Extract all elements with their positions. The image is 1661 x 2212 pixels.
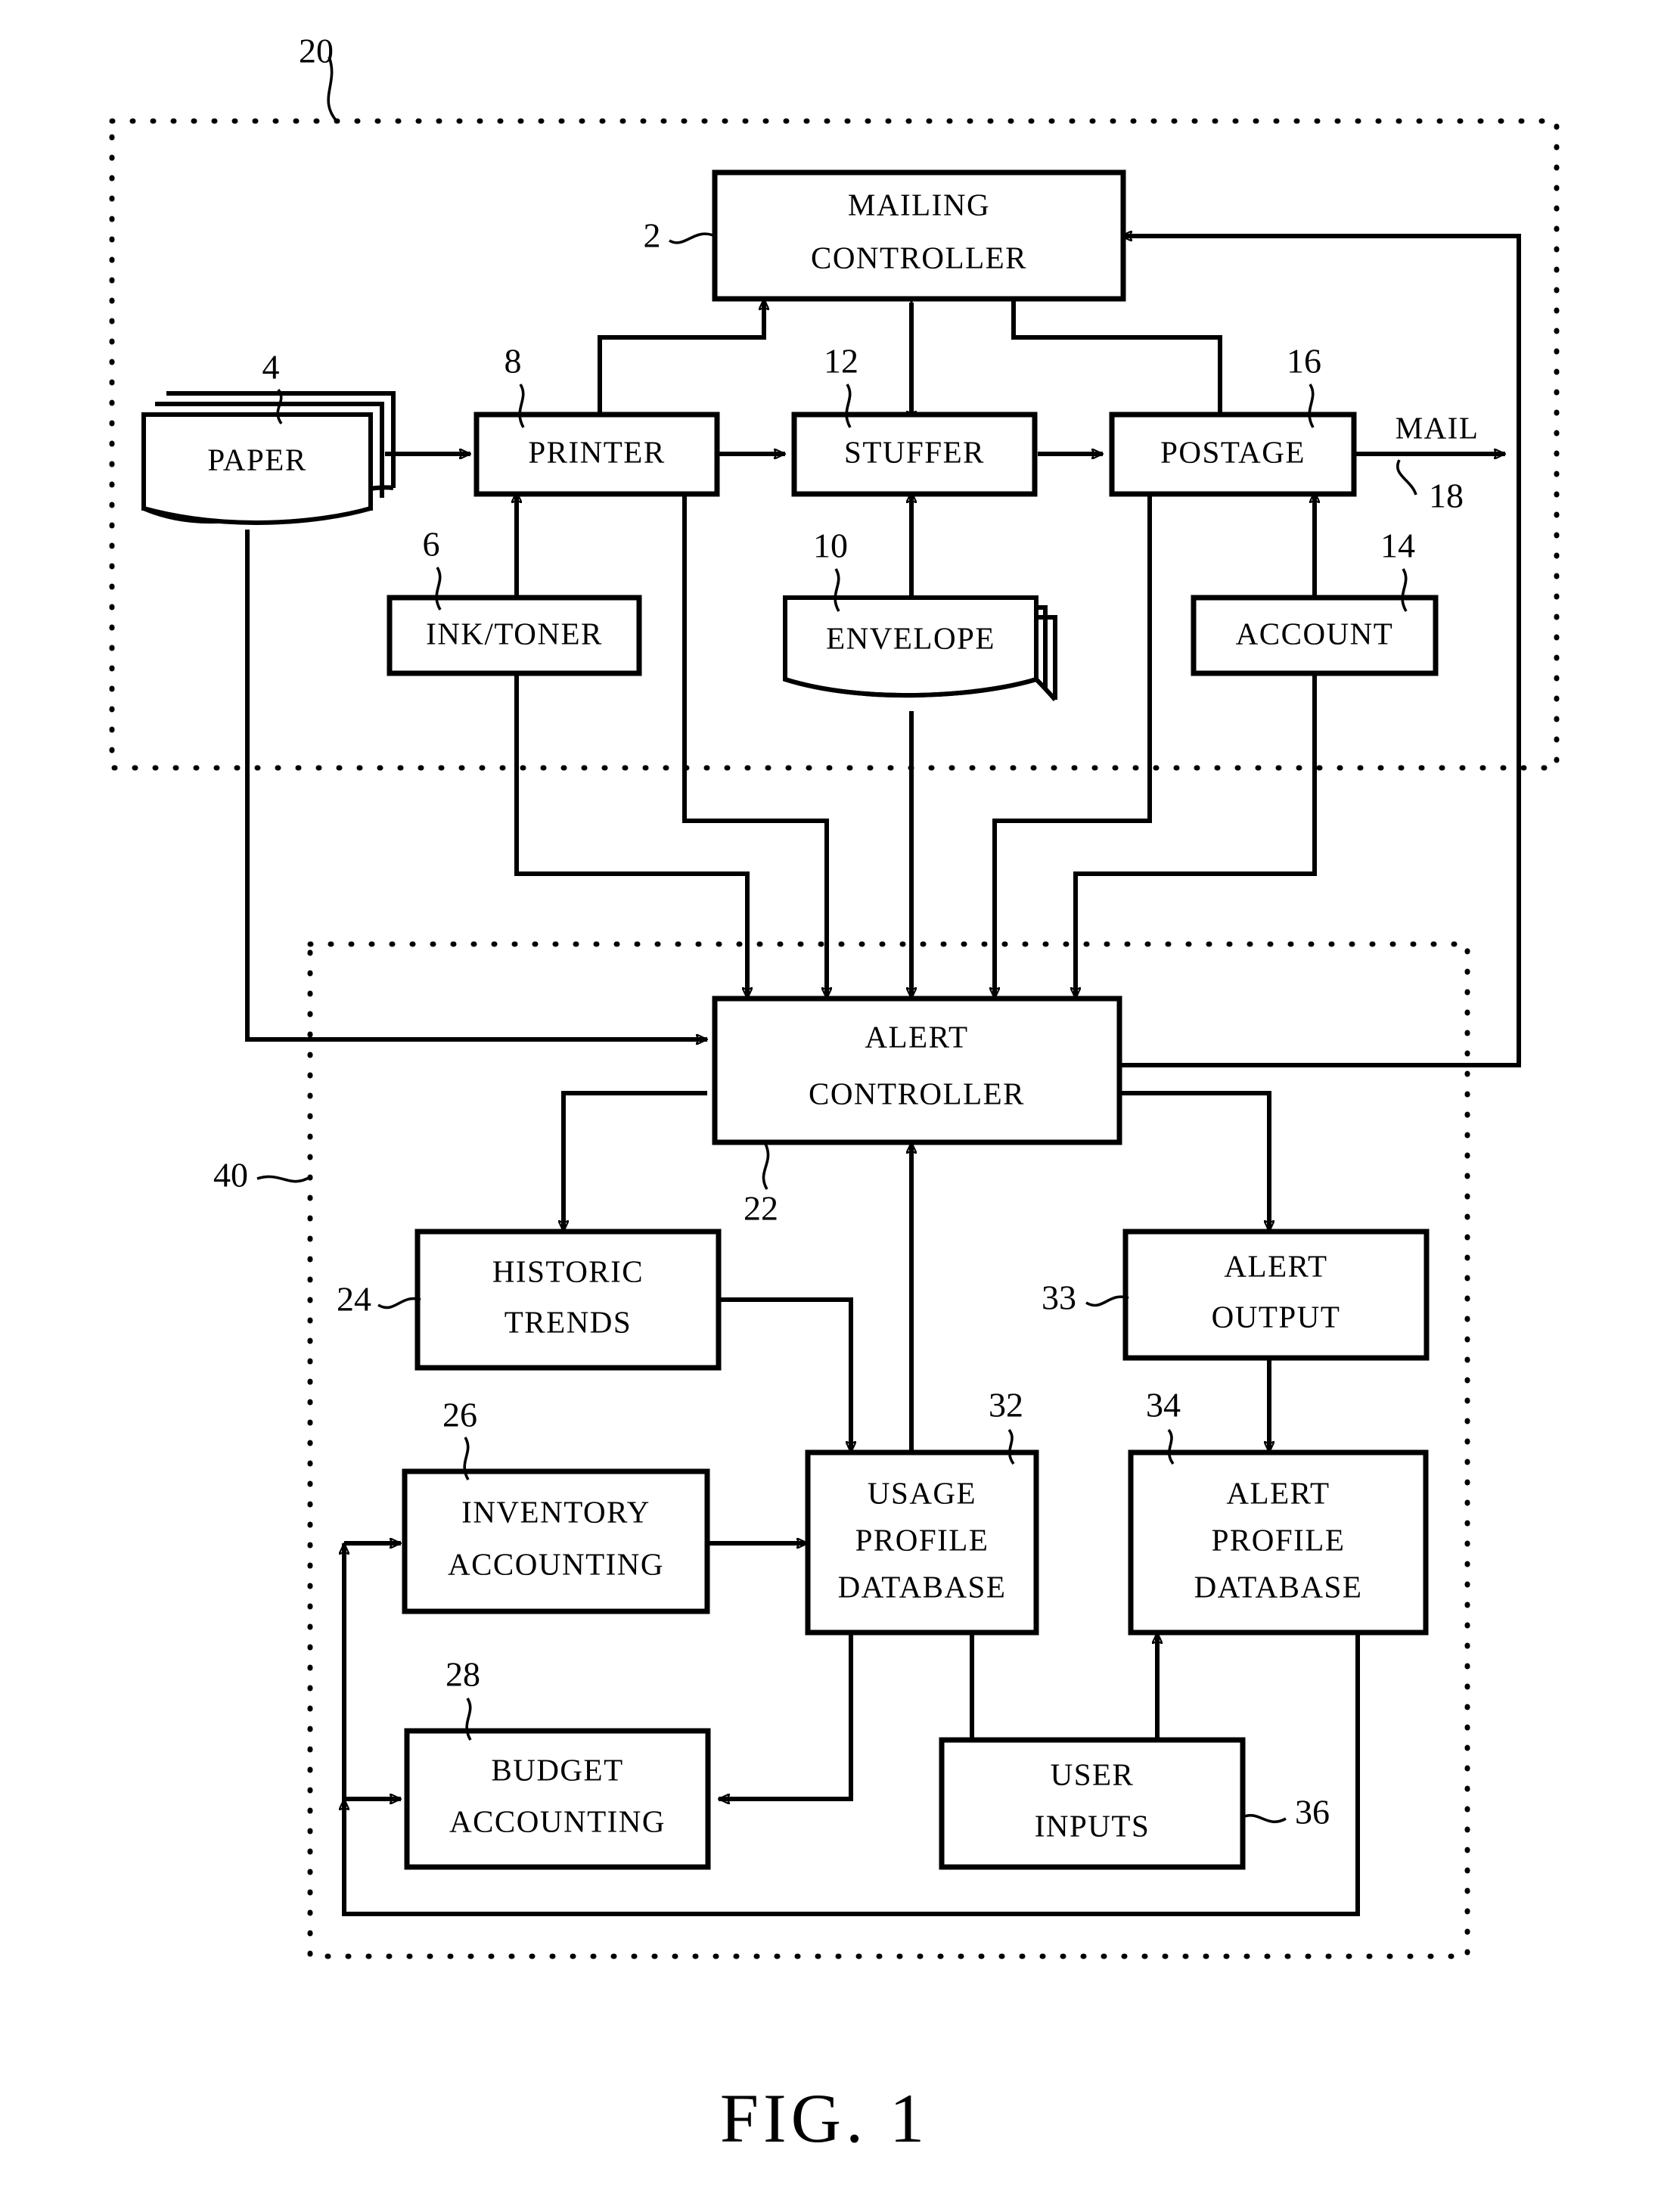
- ref-label-10: 10: [813, 527, 848, 565]
- budget-accounting-label-line2: ACCOUNTING: [449, 1803, 666, 1838]
- ref-label-32: 32: [989, 1386, 1023, 1424]
- ref-label-34: 34: [1146, 1386, 1181, 1424]
- mailing-controller-label-line1: MAILING: [848, 187, 990, 222]
- ref-label-18: 18: [1429, 477, 1464, 515]
- ref-label-2: 2: [644, 216, 661, 255]
- stuffer-label: STUFFER: [844, 434, 985, 469]
- mail-output-label: MAIL: [1396, 410, 1479, 445]
- historic-trends-label-line1: HISTORIC: [492, 1254, 644, 1288]
- block-historic-trends[interactable]: HISTORIC TRENDS: [414, 1229, 722, 1371]
- historic-trends-label-line2: TRENDS: [505, 1304, 632, 1339]
- usage-profile-database-label-line3: DATABASE: [838, 1569, 1007, 1604]
- ink-toner-label: INK/TONER: [426, 616, 603, 651]
- figure-caption: FIG. 1: [720, 2080, 929, 2157]
- ref-label-14: 14: [1380, 527, 1415, 565]
- ref-label-36: 36: [1295, 1793, 1330, 1831]
- block-account[interactable]: ACCOUNT: [1191, 595, 1439, 676]
- block-paper[interactable]: PAPER: [141, 391, 396, 525]
- block-user-inputs[interactable]: USER INPUTS: [939, 1737, 1246, 1870]
- alert-controller-label-line1: ALERT: [865, 1019, 968, 1054]
- block-stuffer[interactable]: STUFFER: [791, 412, 1038, 497]
- block-usage-profile-database[interactable]: USAGE PROFILE DATABASE: [805, 1449, 1039, 1636]
- alert-output-label-line1: ALERT: [1224, 1248, 1327, 1283]
- block-printer[interactable]: PRINTER: [473, 412, 720, 497]
- block-postage[interactable]: POSTAGE: [1109, 412, 1357, 497]
- ref-label-22: 22: [744, 1189, 778, 1228]
- patent-figure: 20 40 MAILING CONTROLLER 2 PAPER 4 PRINT…: [0, 0, 1661, 2212]
- user-inputs-label-line1: USER: [1051, 1757, 1135, 1791]
- ref-label-16: 16: [1287, 342, 1321, 381]
- printer-label: PRINTER: [528, 434, 665, 469]
- inventory-accounting-label-line2: ACCOUNTING: [448, 1546, 664, 1581]
- ref-label-33: 33: [1042, 1278, 1076, 1317]
- postage-label: POSTAGE: [1160, 434, 1306, 469]
- ref-label-28: 28: [446, 1655, 480, 1694]
- ref-label-24: 24: [337, 1280, 371, 1319]
- block-budget-accounting[interactable]: BUDGET ACCOUNTING: [404, 1728, 711, 1870]
- ref-label-8: 8: [505, 342, 522, 381]
- alert-output-label-line2: OUTPUT: [1212, 1299, 1341, 1334]
- account-label: ACCOUNT: [1236, 616, 1394, 651]
- ref-label-6: 6: [423, 525, 440, 564]
- block-alert-controller[interactable]: ALERT CONTROLLER: [712, 996, 1122, 1145]
- block-mailing-controller[interactable]: MAILING CONTROLLER: [712, 169, 1126, 302]
- budget-accounting-label-line1: BUDGET: [491, 1752, 623, 1787]
- user-inputs-label-line2: INPUTS: [1035, 1808, 1150, 1843]
- ref-label-26: 26: [442, 1396, 477, 1434]
- envelope-label: ENVELOPE: [826, 620, 995, 655]
- mailing-controller-label-line2: CONTROLLER: [811, 240, 1027, 275]
- block-envelope[interactable]: ENVELOPE: [783, 595, 1057, 701]
- alert-profile-database-label-line3: DATABASE: [1194, 1569, 1363, 1604]
- inventory-accounting-label-line1: INVENTORY: [461, 1494, 650, 1529]
- ref-label-20: 20: [299, 32, 334, 70]
- alert-profile-database-label-line2: PROFILE: [1212, 1522, 1346, 1557]
- block-alert-profile-database[interactable]: ALERT PROFILE DATABASE: [1128, 1449, 1429, 1636]
- alert-profile-database-label-line1: ALERT: [1226, 1475, 1330, 1510]
- block-inventory-accounting[interactable]: INVENTORY ACCOUNTING: [402, 1468, 710, 1614]
- usage-profile-database-label-line2: PROFILE: [855, 1522, 989, 1557]
- block-ink-toner[interactable]: INK/TONER: [387, 595, 642, 676]
- usage-profile-database-label-line1: USAGE: [868, 1475, 976, 1510]
- ref-label-12: 12: [824, 342, 858, 381]
- alert-controller-label-line2: CONTROLLER: [809, 1076, 1025, 1111]
- ref-label-40: 40: [213, 1156, 248, 1195]
- block-alert-output[interactable]: ALERT OUTPUT: [1122, 1229, 1430, 1361]
- paper-label: PAPER: [207, 442, 306, 477]
- ref-label-4: 4: [262, 348, 280, 387]
